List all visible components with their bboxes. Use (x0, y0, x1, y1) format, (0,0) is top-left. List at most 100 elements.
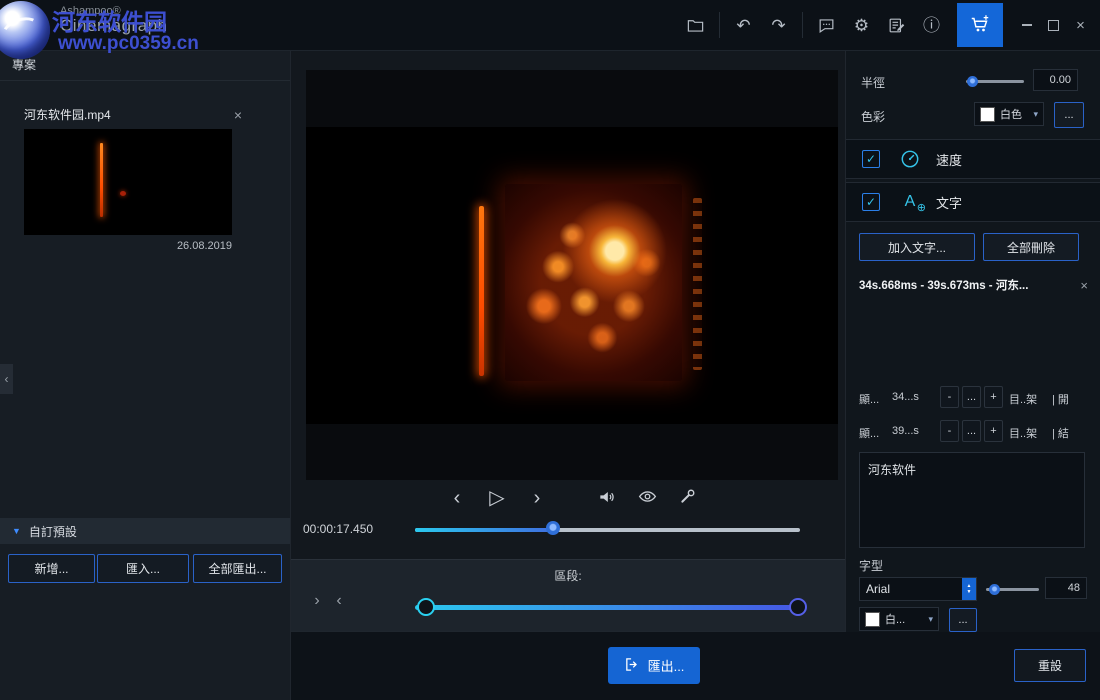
settings-button[interactable]: ⚙ (844, 7, 879, 43)
text-section[interactable]: ✓ A ⊕ 文字 (846, 182, 1100, 222)
start-increase-button[interactable]: + (984, 386, 1003, 408)
add-text-button[interactable]: 加入文字... (859, 233, 975, 261)
segment-expand-left-button[interactable]: ‹ (331, 592, 347, 610)
chevron-right-icon: › (534, 488, 541, 508)
custom-presets-header[interactable]: ▼ 自訂預設 (0, 518, 290, 544)
export-icon (624, 656, 641, 676)
open-folder-button[interactable] (678, 7, 713, 43)
radius-slider-handle[interactable] (967, 76, 978, 87)
text-layer-range: 34s.668ms - 39s.673ms - 河东... (859, 277, 1028, 293)
projects-sidebar: 專案 河东软件园.mp4 × 26.08.2019 ▼ 自訂預設 新增... 匯… (0, 50, 291, 700)
start-decrease-button[interactable]: - (940, 386, 959, 408)
project-filename: 河东软件园.mp4 (24, 106, 111, 123)
chat-icon (817, 16, 836, 35)
app-window: Ashampoo® Cinemagraph ↶ ↷ (0, 0, 1100, 700)
font-label: 字型 (859, 557, 883, 574)
tools-button[interactable] (675, 486, 699, 510)
brand-line2: Cinemagraph (60, 17, 168, 36)
preset-new-button[interactable]: 新增... (8, 554, 95, 583)
progress-track[interactable] (415, 528, 800, 532)
chevron-right-icon: › (314, 592, 319, 609)
maximize-button[interactable] (1040, 7, 1067, 43)
play-icon: ▷ (489, 488, 504, 508)
playback-controls: ‹ ▷ › (306, 486, 838, 510)
play-button[interactable]: ▷ (485, 486, 509, 510)
color-dropdown[interactable]: 白色 ▾ (974, 102, 1044, 126)
toolbar-separator (719, 12, 720, 38)
text-content-input[interactable]: 河东软件 (859, 452, 1085, 548)
text-start-row: 顯... 34...s - ... + 目..架 | 開 (846, 386, 1100, 410)
presets-header-label: 自訂預設 (29, 523, 77, 540)
reset-button[interactable]: 重設 (1014, 649, 1086, 682)
close-button[interactable]: × (1067, 7, 1094, 43)
project-card[interactable]: 河东软件园.mp4 × 26.08.2019 (24, 106, 244, 252)
gear-icon: ⚙ (854, 17, 869, 34)
preset-export-all-button[interactable]: 全部匯出... (193, 554, 282, 583)
chevron-down-icon: ▾ (928, 614, 933, 625)
timecode: 00:00:17.450 (303, 522, 373, 536)
feedback-button[interactable] (809, 7, 844, 43)
progress-handle[interactable] (546, 521, 560, 535)
remove-text-layer-button[interactable]: × (1080, 278, 1088, 293)
color-more-button[interactable]: ... (1054, 102, 1084, 128)
speed-section[interactable]: ✓ 速度 (846, 139, 1100, 179)
font-color-swatch (865, 612, 880, 627)
segment-range-track[interactable] (415, 605, 805, 610)
video-frame[interactable] (306, 127, 838, 424)
radius-label: 半徑 (861, 74, 885, 91)
inspector-panel: 半徑 0.00 色彩 白色 ▾ ... ✓ 速度 (845, 50, 1100, 632)
font-color-more-button[interactable]: ... (949, 608, 977, 632)
remove-project-button[interactable]: × (232, 107, 244, 123)
project-thumbnail[interactable] (24, 129, 232, 235)
titlebar-toolbar: ↶ ↷ ⚙ (678, 0, 1094, 50)
video-stage (306, 70, 838, 480)
end-decrease-button[interactable]: - (940, 420, 959, 442)
font-size-slider-handle[interactable] (989, 584, 1000, 595)
end-more-button[interactable]: ... (962, 420, 981, 442)
projects-header: 專案 (0, 50, 290, 81)
color-swatch (980, 107, 995, 122)
font-size-field[interactable]: 48 (1045, 577, 1087, 599)
minimize-button[interactable] (1013, 7, 1040, 43)
speed-checkbox[interactable]: ✓ (862, 150, 880, 168)
thumbnail-artwork (100, 143, 103, 217)
notes-button[interactable] (879, 7, 914, 43)
info-button[interactable]: ⓘ (914, 7, 949, 43)
buy-button[interactable] (957, 3, 1003, 47)
volume-button[interactable] (595, 486, 619, 510)
end-increase-button[interactable]: + (984, 420, 1003, 442)
info-icon: ⓘ (923, 17, 940, 34)
segment-expand-right-button[interactable]: › (309, 592, 325, 610)
close-icon: × (1076, 17, 1085, 34)
redo-button[interactable]: ↷ (761, 7, 796, 43)
note-edit-icon (887, 16, 906, 35)
text-checkbox[interactable]: ✓ (862, 193, 880, 211)
previous-frame-button[interactable]: ‹ (445, 486, 469, 510)
folder-icon (686, 16, 705, 35)
speed-label: 速度 (936, 150, 962, 169)
preview-toggle-button[interactable] (635, 486, 659, 510)
text-layer-item[interactable]: 34s.668ms - 39s.673ms - 河东... × (859, 274, 1088, 296)
spin-down-icon: ▼ (967, 589, 972, 595)
segment-end-handle[interactable] (789, 598, 807, 616)
end-time-value: 39...s (892, 425, 919, 437)
speaker-icon (597, 487, 617, 510)
sidebar-collapse-handle[interactable]: ‹ (0, 364, 13, 394)
start-more-button[interactable]: ... (962, 386, 981, 408)
font-family-select[interactable]: Arial ▲ ▼ (859, 577, 977, 601)
export-button[interactable]: 匯出... (608, 647, 700, 684)
bottom-bar: 匯出... 重設 (291, 631, 1100, 700)
text-label: 文字 (936, 193, 962, 212)
undo-button[interactable]: ↶ (726, 7, 761, 43)
font-color-dropdown[interactable]: 白... ▾ (859, 607, 939, 631)
next-frame-button[interactable]: › (525, 486, 549, 510)
font-spinner[interactable]: ▲ ▼ (962, 578, 976, 600)
preset-import-button[interactable]: 匯入... (97, 554, 189, 583)
delete-all-button[interactable]: 全部刪除 (983, 233, 1079, 261)
color-label: 色彩 (861, 108, 885, 125)
radius-value-field[interactable]: 0.00 (1033, 69, 1078, 91)
font-color-value: 白... (885, 611, 905, 627)
segment-start-handle[interactable] (417, 598, 435, 616)
check-icon: ✓ (866, 195, 876, 209)
export-label: 匯出... (648, 656, 685, 675)
